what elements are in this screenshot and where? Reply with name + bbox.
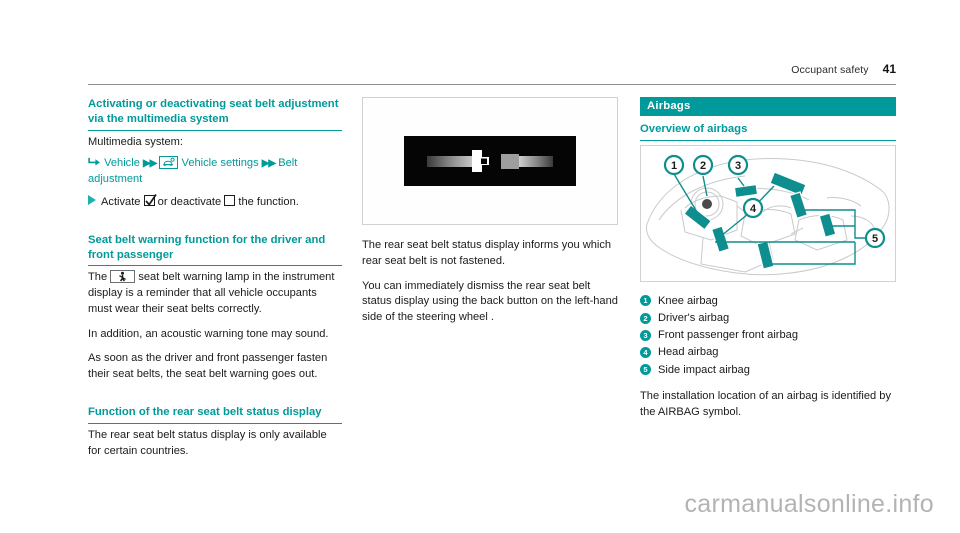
site-watermark: carmanualsonline.info (684, 490, 934, 518)
rear-seat-belt-status-display-photo (362, 97, 618, 225)
step-text-after: the function. (238, 195, 299, 208)
middle-column: The rear seat belt status display inform… (362, 97, 618, 427)
callout-badge-5: 5 (640, 364, 651, 376)
callout-badge-2: 2 (640, 312, 651, 324)
multimedia-navigation-path: Vehicle ▶▶ Vehicle settings ▶▶ Belt adju… (88, 155, 342, 188)
header-chapter-title: Occupant safety (791, 64, 869, 76)
list-item: 4 Head airbag (640, 344, 896, 360)
header-divider-rule (88, 84, 896, 85)
svg-text:2: 2 (700, 160, 706, 172)
airbag-overview-diagram: 1 2 3 4 5 (640, 144, 896, 282)
right-column: Airbags Overview of airbags 1 2 3 4 5 1 … (640, 97, 896, 427)
list-item: 1 Knee airbag (640, 293, 896, 309)
step-text-middle: or deactivate (157, 195, 222, 208)
triangle-bullet-icon (88, 194, 96, 205)
instrument-display-screen (404, 136, 576, 186)
left-column: Activating or deactivating seat belt adj… (88, 97, 342, 457)
unchecked-checkbox-icon[interactable] (224, 194, 236, 206)
checked-checkbox-icon[interactable] (143, 193, 157, 206)
para-text-before-icon: The (88, 271, 108, 284)
list-item: 2 Driver's airbag (640, 310, 896, 326)
callout-badge-3: 3 (640, 329, 651, 341)
enter-arrow-icon (88, 157, 100, 166)
heading-rear-seat-belt-status-display: Function of the rear seat belt status di… (88, 405, 342, 424)
seat-belt-warning-lamp-icon (110, 270, 136, 284)
heading-seat-belt-warning-function: Seat belt warning function for the drive… (88, 233, 342, 267)
acoustic-warning-paragraph: In addition, an acoustic warning tone ma… (88, 327, 329, 340)
page-running-header: Occupant safety 41 (88, 62, 896, 76)
nav-item-vehicle[interactable]: Vehicle (104, 157, 140, 169)
nav-item-vehicle-settings[interactable]: Vehicle settings (182, 157, 259, 169)
step-activate-deactivate: Activate or deactivate the function. (88, 193, 342, 211)
legend-label-head-airbag: Head airbag (658, 346, 719, 359)
heading-activating-seat-belt-adjustment: Activating or deactivating seat belt adj… (88, 97, 342, 131)
nav-separator-1: ▶▶ (142, 157, 157, 169)
svg-text:5: 5 (872, 233, 878, 245)
nav-separator-2: ▶▶ (261, 157, 276, 169)
legend-label-side-impact-airbag: Side impact airbag (658, 363, 750, 376)
legend-label-knee-airbag: Knee airbag (658, 294, 718, 307)
svg-text:3: 3 (735, 160, 741, 172)
seat-belt-buckle-symbol (427, 150, 553, 172)
airbag-legend-list: 1 Knee airbag 2 Driver's airbag 3 Front … (640, 293, 896, 378)
warning-goes-out-paragraph: As soon as the driver and front passenge… (88, 352, 328, 381)
list-item: 3 Front passenger front airbag (640, 327, 896, 343)
heading-overview-of-airbags: Overview of airbags (640, 122, 896, 141)
airbag-diagram-svg: 1 2 3 4 5 (646, 154, 890, 276)
page-number: 41 (882, 62, 896, 76)
svg-text:1: 1 (671, 160, 677, 172)
vehicle-settings-icon (159, 155, 179, 169)
multimedia-system-intro: Multimedia system: (88, 135, 183, 148)
section-band-airbags: Airbags (640, 97, 896, 116)
callout-badge-1: 1 (640, 295, 651, 307)
page-body-columns: Activating or deactivating seat belt adj… (88, 97, 896, 457)
step-text-before: Activate (101, 195, 141, 208)
seat-belt-warning-lamp-paragraph: The seat belt warning lamp in the instru… (88, 270, 342, 317)
svg-text:4: 4 (750, 203, 757, 215)
airbag-symbol-paragraph: The installation location of an airbag i… (640, 389, 891, 418)
rear-status-availability-paragraph: The rear seat belt status display is onl… (88, 428, 327, 457)
rear-status-dismiss-paragraph: You can immediately dismiss the rear sea… (362, 279, 618, 324)
legend-label-front-passenger-front-airbag: Front passenger front airbag (658, 329, 798, 342)
rear-status-informs-paragraph: The rear seat belt status display inform… (362, 239, 612, 267)
callout-badge-4: 4 (640, 346, 651, 358)
list-item: 5 Side impact airbag (640, 362, 896, 378)
legend-label-drivers-airbag: Driver's airbag (658, 312, 730, 325)
